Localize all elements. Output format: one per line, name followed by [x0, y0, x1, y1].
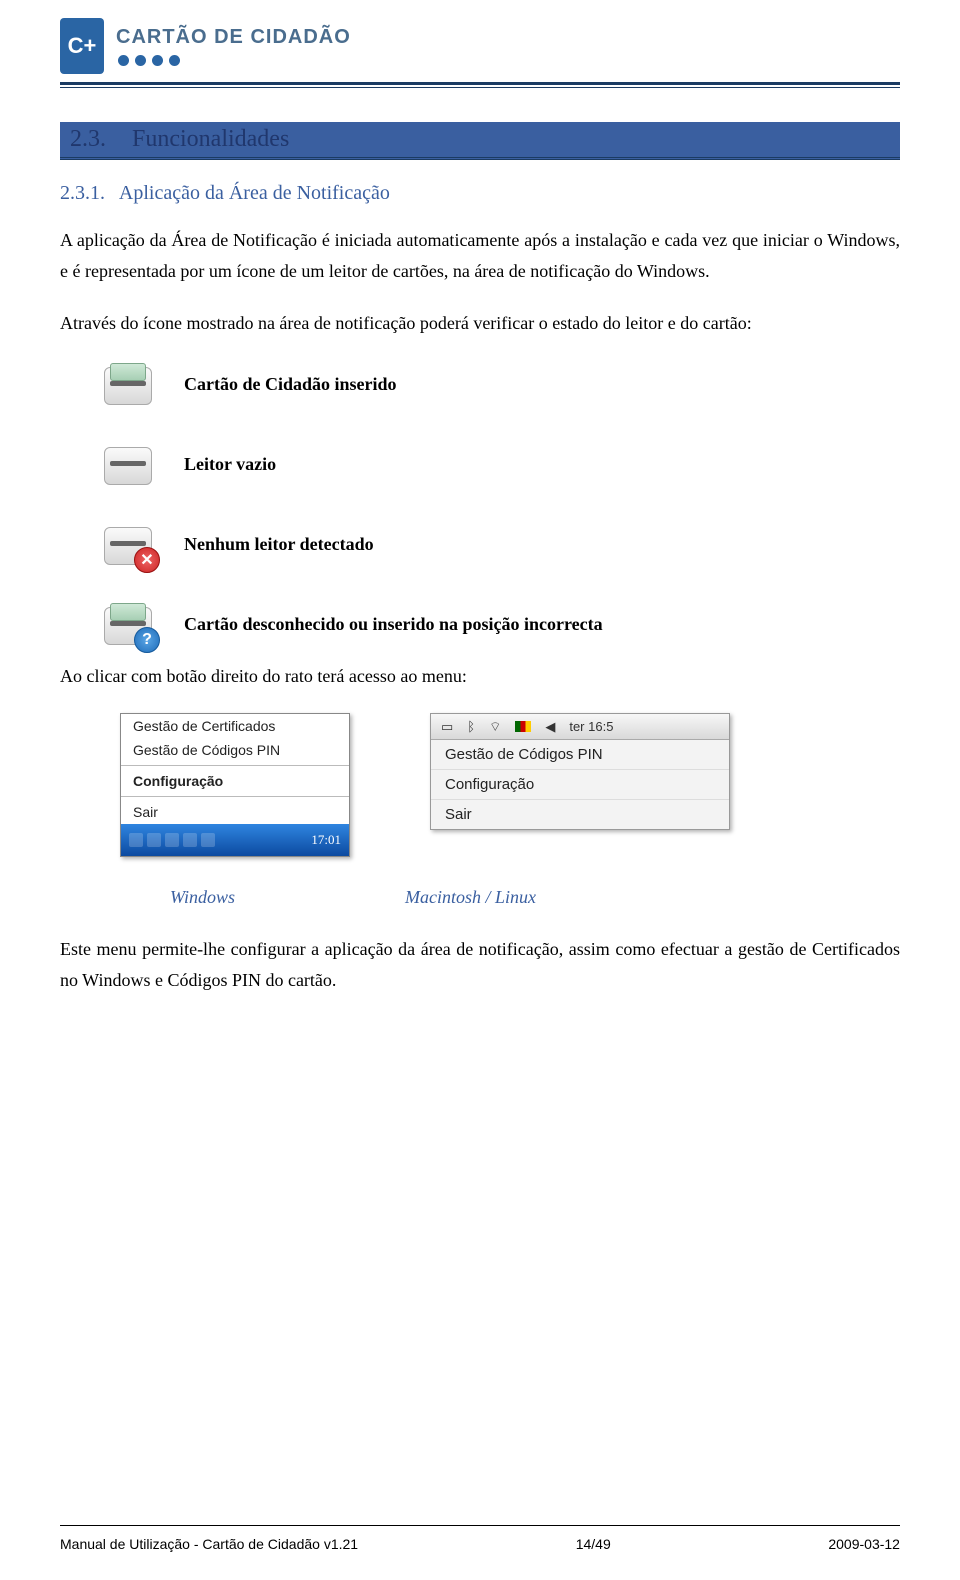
brand-dots-icon: [116, 55, 351, 66]
menu-item-config[interactable]: Configuração: [121, 769, 349, 793]
windows-menu-figure: Gestão de Certificados Gestão de Códigos…: [120, 713, 350, 857]
footer-date: 2009-03-12: [828, 1536, 900, 1552]
status-list: Cartão de Cidadão inserido Leitor vazio …: [100, 361, 900, 649]
header-divider: [60, 82, 900, 88]
menu-item-pin[interactable]: Gestão de Códigos PIN: [431, 740, 729, 770]
section-number: 2.3.: [70, 126, 106, 152]
tray-icon: [147, 833, 161, 847]
menu-separator: [121, 796, 349, 797]
status-row-inserted: Cartão de Cidadão inserido: [100, 361, 900, 409]
tray-icons: [129, 833, 215, 847]
status-label: Cartão desconhecido ou inserido na posiç…: [184, 614, 603, 635]
reader-card-inserted-icon: [100, 361, 156, 409]
status-row-unknown: ? Cartão desconhecido ou inserido na pos…: [100, 601, 900, 649]
reader-empty-icon: [100, 441, 156, 489]
windows-context-menu: Gestão de Certificados Gestão de Códigos…: [120, 713, 350, 857]
section-title: Funcionalidades: [132, 126, 289, 152]
menu-item-exit[interactable]: Sair: [431, 800, 729, 829]
bluetooth-icon: ᛒ: [467, 719, 475, 734]
section-title-box: 2.3. Funcionalidades: [60, 122, 900, 160]
error-badge-icon: ✕: [134, 547, 160, 573]
status-label: Cartão de Cidadão inserido: [184, 374, 397, 395]
plus-icon: C+: [68, 35, 97, 57]
reader-menubar-icon: ▭: [441, 719, 453, 735]
flag-pt-icon: [515, 721, 531, 732]
subsection-number: 2.3.1.: [60, 182, 105, 204]
os-caption-row: Windows Macintosh / Linux: [170, 887, 900, 908]
taskbar-clock: 17:01: [311, 832, 341, 848]
tray-icon: [183, 833, 197, 847]
brand-block: CARTÃO DE CIDADÃO: [116, 26, 351, 66]
question-badge-icon: ?: [134, 627, 160, 653]
windows-taskbar: 17:01: [121, 824, 349, 856]
menu-item-exit[interactable]: Sair: [121, 800, 349, 824]
footer-doc-title: Manual de Utilização - Cartão de Cidadão…: [60, 1536, 358, 1552]
paragraph-intro: A aplicação da Área de Notificação é ini…: [60, 225, 900, 286]
subsection-heading: 2.3.1. Aplicação da Área de Notificação: [60, 182, 900, 205]
tray-icon: [129, 833, 143, 847]
status-label: Nenhum leitor detectado: [184, 534, 374, 555]
reader-none-icon: ✕: [100, 521, 156, 569]
menu-separator: [121, 765, 349, 766]
status-label: Leitor vazio: [184, 454, 276, 475]
menu-item-certificates[interactable]: Gestão de Certificados: [121, 714, 349, 738]
menu-screenshots-row: Gestão de Certificados Gestão de Códigos…: [120, 713, 900, 857]
status-row-none: ✕ Nenhum leitor detectado: [100, 521, 900, 569]
status-row-empty: Leitor vazio: [100, 441, 900, 489]
mac-menubar: ▭ ᛒ ⌔ ◀ ter 16:5: [431, 714, 729, 740]
reader-unknown-icon: ?: [100, 601, 156, 649]
volume-icon: ◀: [545, 719, 555, 735]
brand-logo: C+: [60, 18, 104, 74]
tray-icon: [201, 833, 215, 847]
os-label-windows: Windows: [170, 887, 235, 908]
os-label-mac: Macintosh / Linux: [405, 887, 536, 908]
mac-context-menu: ▭ ᛒ ⌔ ◀ ter 16:5 Gestão de Códigos PIN C…: [430, 713, 730, 830]
page-total: 49: [595, 1536, 611, 1552]
paragraph-menu-desc: Este menu permite-lhe configurar a aplic…: [60, 934, 900, 995]
menu-item-config[interactable]: Configuração: [431, 770, 729, 800]
footer-page-number: 14/49: [576, 1536, 611, 1552]
page-current: 14: [576, 1536, 592, 1552]
wifi-icon: ⌔: [489, 719, 501, 735]
menu-item-pin[interactable]: Gestão de Códigos PIN: [121, 738, 349, 762]
mac-menu-figure: ▭ ᛒ ⌔ ◀ ter 16:5 Gestão de Códigos PIN C…: [430, 713, 730, 857]
tray-icon: [165, 833, 179, 847]
paragraph-icon-states: Através do ícone mostrado na área de not…: [60, 308, 900, 339]
menubar-clock: ter 16:5: [569, 719, 613, 734]
brand-text: CARTÃO DE CIDADÃO: [116, 26, 351, 49]
paragraph-right-click: Ao clicar com botão direito do rato terá…: [60, 661, 900, 692]
subsection-title: Aplicação da Área de Notificação: [119, 182, 390, 204]
page-footer: Manual de Utilização - Cartão de Cidadão…: [60, 1536, 900, 1552]
document-header: C+ CARTÃO DE CIDADÃO: [60, 18, 900, 82]
footer-divider: [60, 1525, 900, 1526]
